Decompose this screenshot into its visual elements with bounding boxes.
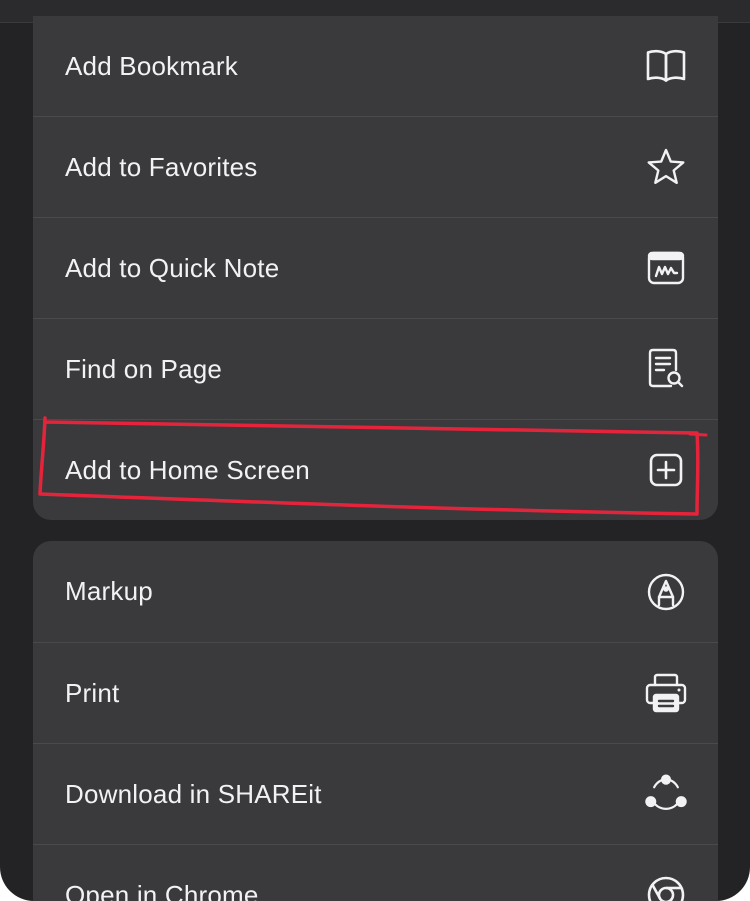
chrome-icon [644,873,688,901]
markup-item[interactable]: Markup [33,541,718,642]
download-in-shareit-label: Download in SHAREit [65,778,322,809]
print-label: Print [65,677,120,708]
add-to-home-screen-label: Add to Home Screen [65,454,310,485]
book-icon [644,44,688,88]
add-bookmark-item[interactable]: Add Bookmark [33,16,718,116]
open-in-chrome-label: Open in Chrome [65,879,259,901]
add-bookmark-label: Add Bookmark [65,50,238,81]
print-item[interactable]: Print [33,642,718,743]
add-to-favorites-label: Add to Favorites [65,151,258,182]
find-on-page-label: Find on Page [65,353,223,384]
add-to-home-screen-item[interactable]: Add to Home Screen [33,419,718,520]
share-actions-group-secondary: Markup Print Download in SHAREit Open in… [33,541,718,901]
shareit-icon [644,772,688,816]
find-on-page-icon [644,347,688,391]
download-in-shareit-item[interactable]: Download in SHAREit [33,743,718,844]
printer-icon [644,671,688,715]
markup-pen-icon [644,570,688,614]
open-in-chrome-item[interactable]: Open in Chrome [33,844,718,901]
markup-label: Markup [65,576,153,606]
share-actions-group-primary: Add Bookmark Add to Favorites Add to Qui… [33,16,718,520]
plus-square-icon [644,448,688,492]
star-icon [644,145,688,189]
find-on-page-item[interactable]: Find on Page [33,318,718,419]
add-to-quick-note-item[interactable]: Add to Quick Note [33,217,718,318]
quick-note-icon [644,246,688,290]
add-to-quick-note-label: Add to Quick Note [65,252,280,283]
add-to-favorites-item[interactable]: Add to Favorites [33,116,718,217]
share-sheet: Add Bookmark Add to Favorites Add to Qui… [0,0,750,901]
